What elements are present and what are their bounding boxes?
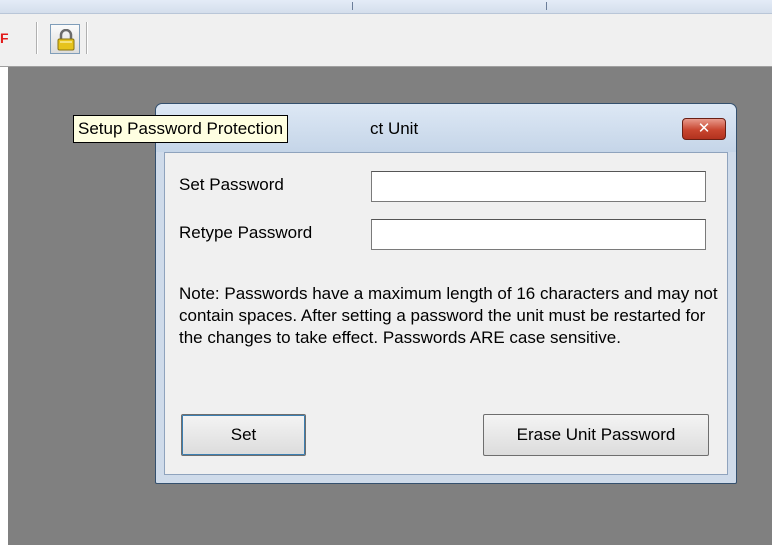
ruler-tick bbox=[352, 2, 353, 10]
retype-password-label: Retype Password bbox=[179, 223, 313, 242]
dialog-client-area: Set Password Retype Password Note: Passw… bbox=[164, 152, 728, 475]
close-button[interactable]: ✕ bbox=[682, 118, 726, 140]
dialog-title: ct Unit bbox=[370, 119, 419, 138]
setup-password-button[interactable] bbox=[50, 24, 80, 54]
erase-unit-password-button[interactable]: Erase Unit Password bbox=[483, 414, 709, 456]
toolbar-separator bbox=[36, 22, 38, 54]
ruler-tick bbox=[546, 2, 547, 10]
tooltip: Setup Password Protection bbox=[73, 115, 289, 143]
set-password-label: Set Password bbox=[179, 175, 284, 194]
toolbar: F bbox=[0, 14, 772, 67]
padlock-icon bbox=[57, 29, 75, 51]
set-button[interactable]: Set bbox=[181, 414, 306, 456]
toolbar-partial-icon[interactable]: F bbox=[0, 30, 9, 46]
set-password-input[interactable] bbox=[371, 171, 706, 202]
password-note: Note: Passwords have a maximum length of… bbox=[179, 284, 718, 347]
retype-password-input[interactable] bbox=[371, 219, 706, 250]
top-strip bbox=[0, 0, 772, 14]
toolbar-separator bbox=[86, 22, 88, 54]
close-icon: ✕ bbox=[697, 120, 711, 137]
password-dialog: ct Unit ✕ Set Password Retype Password N… bbox=[155, 103, 737, 484]
